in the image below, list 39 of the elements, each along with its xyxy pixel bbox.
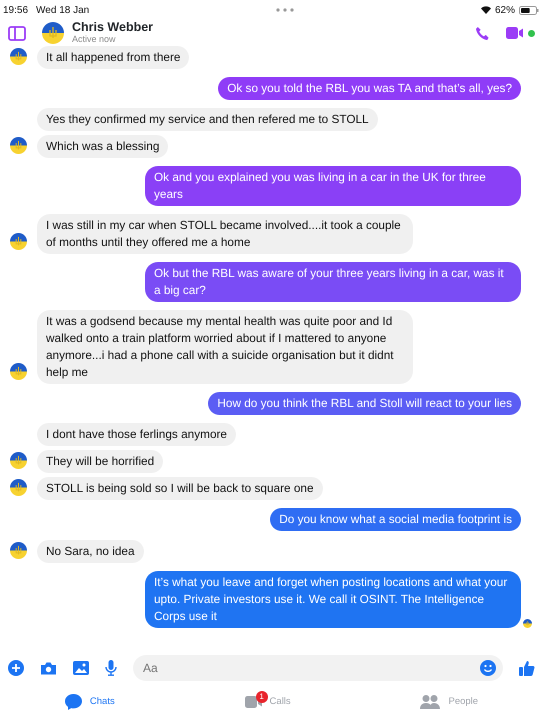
message-bubble: Yes they confirmed my service and then refered me to STOLL xyxy=(37,108,378,131)
status-time: 19:56 xyxy=(3,4,28,18)
message-bubble: How do you think the RBL and Stoll will react to your lies xyxy=(208,392,521,415)
image-icon[interactable] xyxy=(73,661,89,675)
tab[interactable]: People xyxy=(420,694,478,710)
message-bubble: They will be horrified xyxy=(37,450,164,473)
plus-icon[interactable] xyxy=(8,660,24,676)
message-bubble: I was still in my car when STOLL became involved....it took a couple of months until they offered me a home xyxy=(37,214,413,254)
message-bubble: STOLL is being sold so I will be back to square one xyxy=(37,477,323,500)
message-bubble: It’s what you leave and forget when posting locations and what your upto. Private investors use it. We call it OSINT. The Intelligence Corps use it xyxy=(145,571,521,628)
battery-icon xyxy=(518,6,539,14)
video-icon[interactable] xyxy=(506,27,524,39)
thumbs-up-icon[interactable] xyxy=(519,660,535,676)
battery-percent: 62% xyxy=(494,4,515,18)
chat-bubble-icon xyxy=(64,694,82,710)
message-bubble: Do you know what a social media footprint is xyxy=(270,508,521,531)
wifi-icon xyxy=(480,6,491,14)
more-icon xyxy=(276,8,294,12)
message-bubble: It was a godsend because my mental health was quite poor and Id walked onto a train platform worried about if I mattered to anyone anymore...i had a phone call with a suicide organisation but it didnt help me xyxy=(37,310,413,384)
message-bubble: Ok and you explained you was living in a car in the UK for three years xyxy=(145,166,521,206)
avatar-icon xyxy=(42,22,64,44)
message-bubble: I dont have those ferlings anymore xyxy=(37,423,236,446)
people-icon xyxy=(420,695,440,709)
status-date: Wed 18 Jan xyxy=(36,4,90,18)
message-bubble: Which was a blessing xyxy=(37,135,168,158)
camera-icon[interactable] xyxy=(40,661,57,675)
message-bubble: It all happened from there xyxy=(37,46,190,69)
tab[interactable]: Chats xyxy=(64,694,115,710)
message-bubble: No Sara, no idea xyxy=(37,540,144,563)
microphone-icon[interactable] xyxy=(105,660,117,676)
sidebar-icon[interactable] xyxy=(8,26,26,40)
presence-status: Active now xyxy=(72,34,117,45)
message-bubble: Ok so you told the RBL you was TA and that’s all, yes? xyxy=(218,77,521,100)
message-bubble: Ok but the RBL was aware of your three years living in a car, was it a big car? xyxy=(145,262,521,302)
notification-count: 1 xyxy=(256,691,268,703)
message-input[interactable]: Aa xyxy=(133,655,503,681)
contact-name: Chris Webber xyxy=(72,21,154,35)
emoji-icon[interactable] xyxy=(480,660,496,676)
phone-icon[interactable] xyxy=(475,26,490,40)
